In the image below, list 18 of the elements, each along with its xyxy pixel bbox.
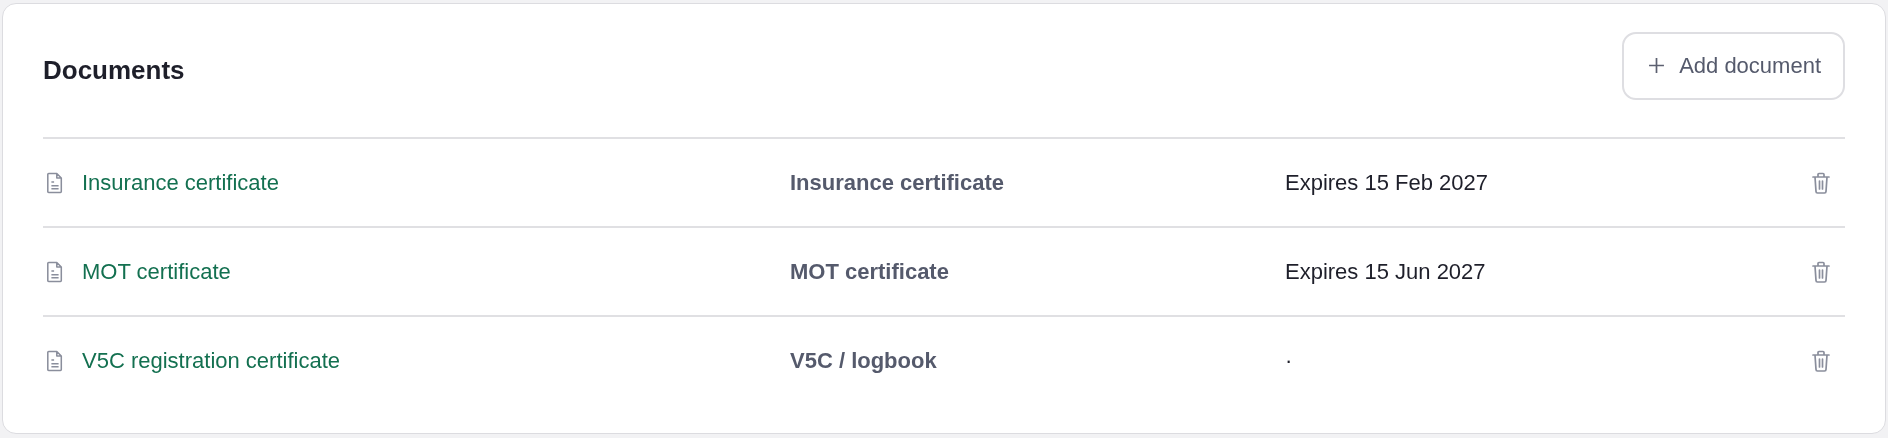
document-icon — [46, 260, 64, 283]
trash-icon[interactable] — [1811, 171, 1831, 194]
document-link[interactable]: Insurance certificate — [82, 169, 279, 196]
document-icon — [46, 171, 64, 194]
card-title: Documents — [43, 55, 185, 86]
document-type: V5C / logbook — [790, 347, 938, 374]
document-icon — [46, 349, 64, 372]
trash-icon[interactable] — [1811, 260, 1831, 283]
expiry-date: · — [1285, 347, 1294, 374]
trash-icon[interactable] — [1811, 349, 1831, 372]
add-document-button[interactable]: Add document — [1622, 31, 1845, 100]
expiry-date: Expires 15 Feb 2027 — [1285, 169, 1490, 196]
plus-icon — [1648, 57, 1666, 74]
document-link[interactable]: V5C registration certificate — [82, 347, 340, 374]
document-type: MOT certificate — [790, 258, 950, 285]
expiry-date: Expires 15 Jun 2027 — [1285, 258, 1487, 285]
document-type: Insurance certificate — [790, 169, 1005, 196]
document-link[interactable]: MOT certificate — [82, 258, 231, 285]
